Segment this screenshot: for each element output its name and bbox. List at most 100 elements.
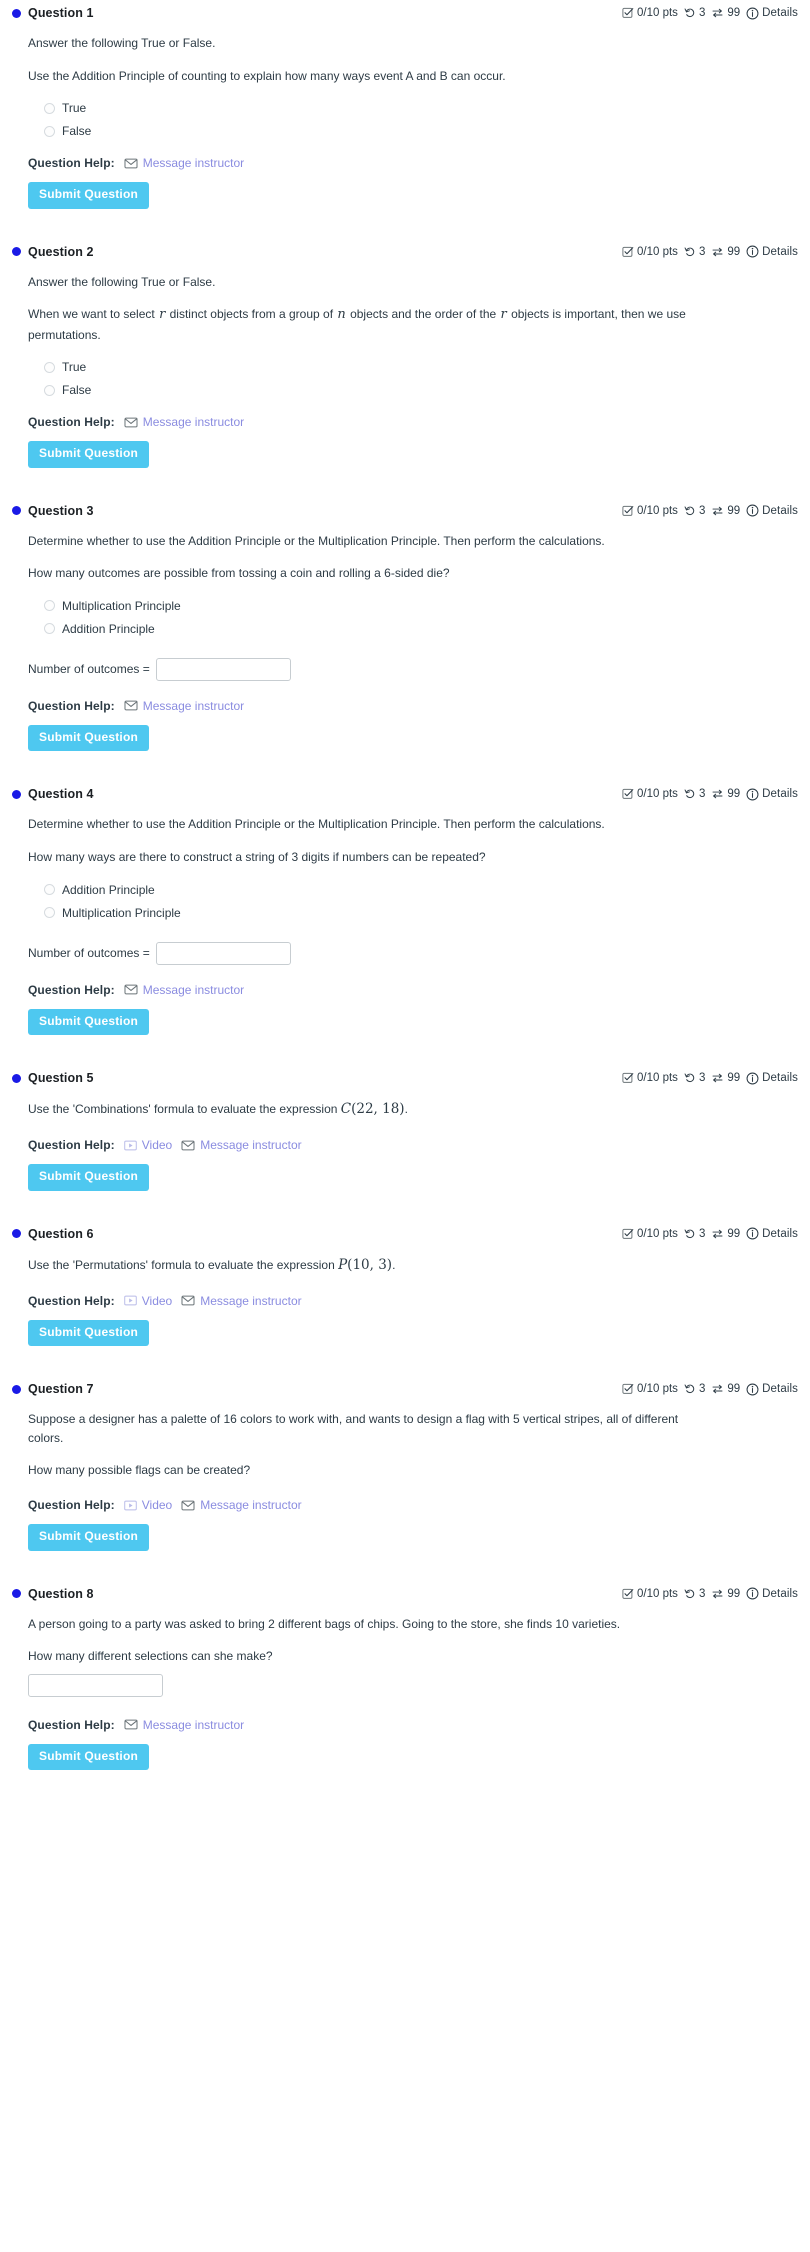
- question-help-label: Question Help:: [28, 1717, 115, 1732]
- video-help-link[interactable]: Video: [123, 1138, 172, 1152]
- option-row[interactable]: True: [44, 360, 798, 374]
- question-header: Question 8 0/10 pts 3 99 Details: [12, 1581, 798, 1605]
- video-help-link[interactable]: Video: [123, 1294, 172, 1308]
- video-help-link[interactable]: Video: [123, 1498, 172, 1512]
- score-group: 0/10 pts: [622, 1072, 678, 1084]
- details-label[interactable]: Details: [762, 1588, 798, 1600]
- radio-button[interactable]: [44, 361, 55, 373]
- score-text: 0/10 pts: [637, 788, 678, 801]
- details-group[interactable]: Details: [746, 504, 798, 517]
- question-help-row: Question Help: Message instructor: [28, 156, 798, 170]
- number-of-outcomes-input[interactable]: [155, 941, 291, 965]
- number-of-outcomes-input[interactable]: [155, 657, 291, 681]
- question-spacer: [12, 1770, 798, 1800]
- swap-arrows-icon: [711, 1228, 724, 1240]
- message-instructor-label[interactable]: Message instructor: [143, 1718, 244, 1732]
- math-expression: P(10, 3): [338, 1256, 393, 1273]
- checkbox-icon: [622, 788, 634, 800]
- option-row[interactable]: True: [44, 101, 798, 115]
- info-icon: [746, 1383, 759, 1396]
- tries-group: 99: [711, 505, 740, 517]
- message-instructor-link[interactable]: Message instructor: [181, 1294, 302, 1308]
- question-meta: 0/10 pts 3 99 Details: [622, 788, 798, 801]
- submit-question-button[interactable]: Submit Question: [28, 1743, 149, 1771]
- details-label[interactable]: Details: [762, 1383, 798, 1395]
- question-paragraph: Use the Addition Principle of counting t…: [28, 68, 506, 83]
- details-label[interactable]: Details: [762, 1228, 798, 1240]
- video-label[interactable]: Video: [142, 1294, 172, 1308]
- message-instructor-label[interactable]: Message instructor: [143, 699, 244, 713]
- message-instructor-label[interactable]: Message instructor: [200, 1294, 301, 1308]
- undo-arrow-icon: [684, 505, 696, 517]
- submit-question-button[interactable]: Submit Question: [28, 1164, 149, 1191]
- message-instructor-label[interactable]: Message instructor: [143, 983, 244, 997]
- questions-list: Question 1 0/10 pts 3 99 Details Answer …: [0, 0, 810, 1800]
- radio-button[interactable]: [44, 600, 55, 612]
- submit-question-button[interactable]: Submit Question: [28, 182, 149, 209]
- details-label[interactable]: Details: [762, 788, 798, 800]
- answer-input[interactable]: [28, 1673, 163, 1697]
- submit-question-button[interactable]: Submit Question: [28, 724, 149, 752]
- attempts-count: 3: [698, 1227, 706, 1240]
- question-title: Question 1: [28, 6, 94, 20]
- message-instructor-link[interactable]: Message instructor: [124, 983, 244, 997]
- undo-arrow-icon: [684, 1588, 696, 1600]
- radio-button[interactable]: [44, 125, 55, 137]
- option-row[interactable]: Multiplication Principle: [44, 906, 798, 920]
- radio-button[interactable]: [44, 102, 55, 114]
- details-label[interactable]: Details: [762, 1072, 798, 1084]
- question-body: Answer the following True or False. Use t…: [12, 24, 798, 209]
- details-label[interactable]: Details: [762, 246, 798, 258]
- message-instructor-label[interactable]: Message instructor: [143, 415, 244, 429]
- option-row[interactable]: Addition Principle: [44, 622, 798, 636]
- details-group[interactable]: Details: [746, 1072, 798, 1085]
- checkbox-icon: [622, 505, 634, 517]
- details-label[interactable]: Details: [762, 505, 798, 517]
- question-body: Suppose a designer has a palette of 16 c…: [12, 1400, 798, 1551]
- message-instructor-link[interactable]: Message instructor: [124, 699, 244, 713]
- option-row[interactable]: False: [44, 383, 798, 397]
- question-spacer: [12, 1035, 798, 1065]
- submit-question-button[interactable]: Submit Question: [28, 441, 149, 468]
- details-group[interactable]: Details: [746, 1587, 798, 1600]
- details-group[interactable]: Details: [746, 788, 798, 801]
- score-text: 0/10 pts: [637, 7, 678, 19]
- option-row[interactable]: Addition Principle: [44, 883, 798, 897]
- message-instructor-label[interactable]: Message instructor: [143, 156, 244, 170]
- details-group[interactable]: Details: [746, 7, 798, 20]
- question-header: Question 1 0/10 pts 3 99 Details: [12, 0, 798, 24]
- radio-button[interactable]: [44, 907, 55, 919]
- details-group[interactable]: Details: [746, 1227, 798, 1240]
- question-options: True False: [44, 101, 798, 138]
- submit-question-button[interactable]: Submit Question: [28, 1524, 149, 1551]
- message-instructor-link[interactable]: Message instructor: [181, 1138, 302, 1152]
- details-group[interactable]: Details: [746, 1383, 798, 1396]
- score-group: 0/10 pts: [622, 505, 678, 517]
- tries-group: 99: [711, 1228, 740, 1240]
- question-paragraph: Determine whether to use the Addition Pr…: [28, 817, 605, 832]
- video-label[interactable]: Video: [142, 1498, 172, 1512]
- message-instructor-link[interactable]: Message instructor: [124, 415, 244, 429]
- score-text: 0/10 pts: [637, 1227, 678, 1240]
- attempts-group: 3: [684, 246, 705, 258]
- submit-question-button[interactable]: Submit Question: [28, 1008, 149, 1036]
- submit-question-button[interactable]: Submit Question: [28, 1319, 149, 1347]
- tries-group: 99: [711, 1588, 740, 1600]
- radio-button[interactable]: [44, 384, 55, 396]
- message-instructor-link[interactable]: Message instructor: [124, 1718, 244, 1732]
- message-instructor-link[interactable]: Message instructor: [181, 1498, 302, 1512]
- checkbox-icon: [622, 246, 634, 258]
- question-meta: 0/10 pts 3 99 Details: [622, 245, 798, 258]
- option-row[interactable]: Multiplication Principle: [44, 599, 798, 613]
- radio-button[interactable]: [44, 623, 55, 635]
- message-instructor-link[interactable]: Message instructor: [124, 156, 244, 170]
- details-group[interactable]: Details: [746, 245, 798, 258]
- message-instructor-label[interactable]: Message instructor: [200, 1138, 301, 1152]
- details-label[interactable]: Details: [762, 7, 798, 19]
- message-instructor-label[interactable]: Message instructor: [200, 1498, 301, 1512]
- radio-button[interactable]: [44, 884, 55, 896]
- undo-arrow-icon: [684, 1383, 696, 1395]
- question-help-label: Question Help:: [28, 156, 115, 171]
- option-row[interactable]: False: [44, 124, 798, 138]
- video-label[interactable]: Video: [142, 1138, 172, 1152]
